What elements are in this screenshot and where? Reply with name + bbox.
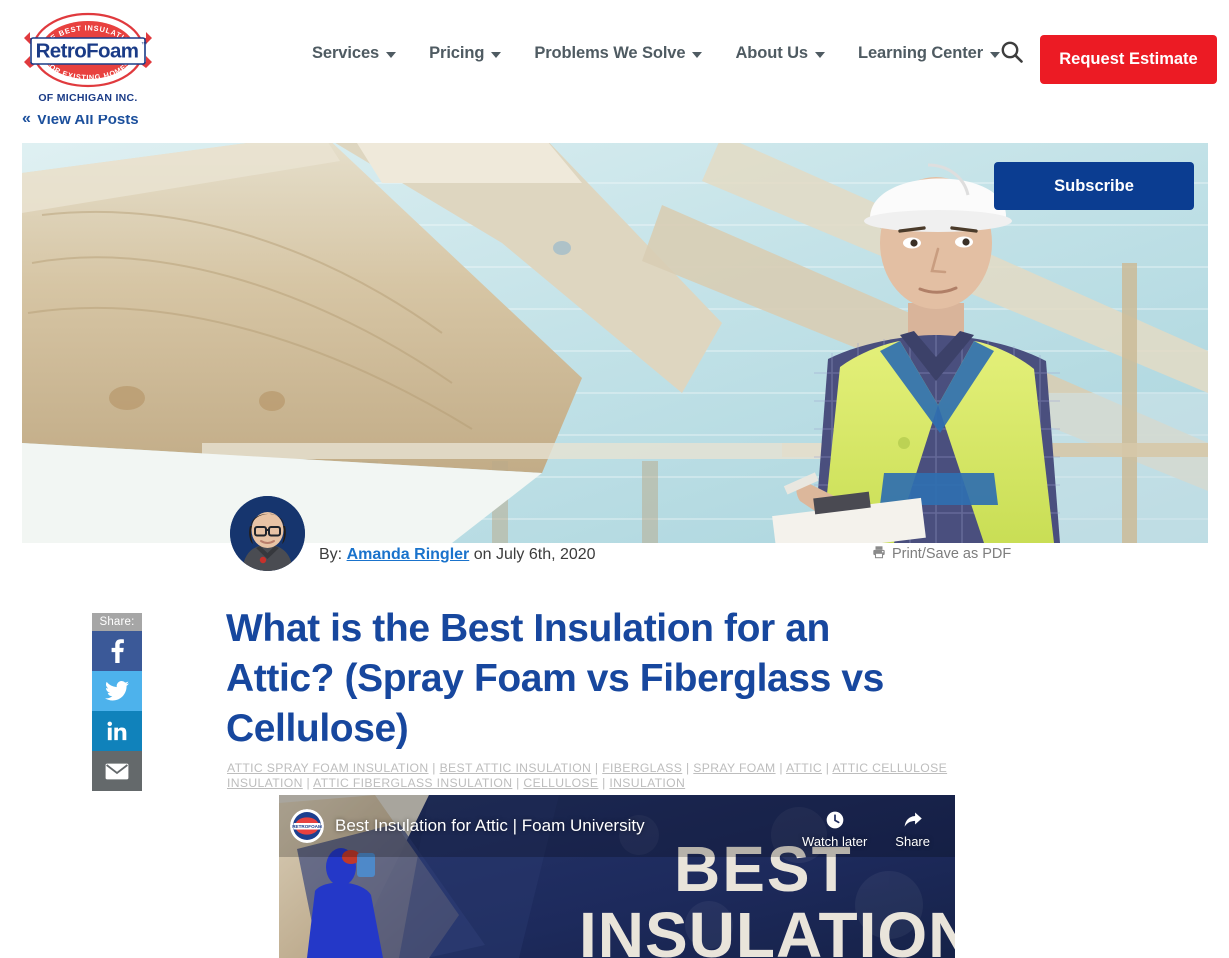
tag-link[interactable]: ATTIC bbox=[786, 761, 822, 775]
share-facebook-button[interactable] bbox=[92, 631, 142, 671]
nav-label: Pricing bbox=[429, 44, 485, 62]
printer-icon bbox=[872, 545, 886, 563]
tag-link[interactable]: FIBERGLASS bbox=[602, 761, 682, 775]
share-arrow-icon bbox=[904, 812, 922, 827]
nav-item-pricing[interactable]: Pricing bbox=[429, 44, 502, 63]
tag-link[interactable]: INSULATION bbox=[609, 776, 685, 790]
twitter-icon bbox=[105, 681, 129, 701]
youtube-video-embed[interactable]: BEST INSULATION RETROFOAM Best Insulatio… bbox=[279, 795, 955, 958]
linkedin-icon bbox=[107, 721, 127, 741]
svg-text:™: ™ bbox=[141, 41, 147, 48]
clock-icon bbox=[826, 811, 843, 828]
tag-separator: | bbox=[602, 775, 606, 790]
byline-prefix: By: bbox=[319, 546, 343, 563]
retrofoam-channel-avatar[interactable]: RETROFOAM bbox=[290, 809, 324, 843]
article-tags: ATTIC SPRAY FOAM INSULATION | BEST ATTIC… bbox=[227, 761, 949, 790]
search-icon[interactable] bbox=[996, 36, 1028, 68]
tag-link[interactable]: ATTIC FIBERGLASS INSULATION bbox=[313, 776, 512, 790]
main-navigation: Services Pricing Problems We Solve About… bbox=[312, 44, 1033, 63]
tag-separator: | bbox=[306, 775, 311, 790]
author-link[interactable]: Amanda Ringler bbox=[347, 546, 470, 563]
share-label: Share bbox=[895, 833, 930, 849]
youtube-actions: Watch later Share bbox=[802, 804, 930, 849]
svg-text:RetroFoam: RetroFoam bbox=[36, 40, 139, 63]
share-email-button[interactable] bbox=[92, 751, 142, 791]
share-button[interactable]: Share bbox=[895, 810, 930, 849]
facebook-icon bbox=[111, 639, 124, 663]
share-linkedin-button[interactable] bbox=[92, 711, 142, 751]
nav-label: Problems We Solve bbox=[534, 44, 686, 62]
envelope-icon bbox=[105, 763, 129, 779]
tag-separator: | bbox=[686, 761, 690, 775]
request-estimate-button[interactable]: Request Estimate bbox=[1040, 35, 1217, 84]
tag-separator: | bbox=[825, 761, 830, 775]
byline-middle: on bbox=[469, 546, 496, 563]
author-avatar bbox=[230, 496, 305, 571]
nav-label: Learning Center bbox=[858, 44, 984, 62]
tag-link[interactable]: SPRAY FOAM bbox=[693, 761, 775, 775]
svg-text:RETROFOAM: RETROFOAM bbox=[292, 824, 322, 829]
subscribe-button[interactable]: Subscribe bbox=[994, 162, 1194, 210]
chevron-down-icon bbox=[815, 51, 825, 58]
nav-item-problems-we-solve[interactable]: Problems We Solve bbox=[534, 44, 703, 63]
share-label: Share: bbox=[92, 613, 142, 631]
tag-separator: | bbox=[516, 775, 520, 790]
youtube-top-bar: RETROFOAM Best Insulation for Attic | Fo… bbox=[279, 795, 955, 857]
watch-later-label: Watch later bbox=[802, 833, 868, 849]
publish-date: July 6th, 2020 bbox=[495, 546, 596, 563]
share-rail: Share: bbox=[92, 613, 142, 791]
youtube-video-title[interactable]: Best Insulation for Attic | Foam Univers… bbox=[335, 816, 645, 836]
nav-label: Services bbox=[312, 44, 380, 62]
nav-item-about-us[interactable]: About Us bbox=[735, 44, 825, 63]
print-save-pdf-link[interactable]: Print/Save as PDF bbox=[872, 545, 1011, 563]
chevron-down-icon bbox=[491, 51, 502, 58]
tag-separator: | bbox=[594, 761, 599, 775]
share-twitter-button[interactable] bbox=[92, 671, 142, 711]
svg-text:OF MICHIGAN INC.: OF MICHIGAN INC. bbox=[38, 92, 137, 104]
nav-label: About Us bbox=[735, 44, 808, 62]
tag-link[interactable]: ATTIC SPRAY FOAM INSULATION bbox=[227, 761, 429, 775]
tag-link[interactable]: CELLULOSE bbox=[523, 776, 598, 790]
site-header: THE BEST INSULATION FOR EXISTING HOMES R… bbox=[0, 0, 1229, 115]
watch-later-button[interactable]: Watch later bbox=[802, 810, 867, 849]
nav-item-learning-center[interactable]: Learning Center bbox=[858, 44, 1001, 63]
chevron-down-icon bbox=[386, 51, 397, 58]
article-title: What is the Best Insulation for an Attic… bbox=[226, 607, 884, 750]
byline: By: Amanda Ringler on July 6th, 2020 bbox=[319, 546, 596, 564]
tag-separator: | bbox=[432, 761, 436, 775]
retrofoam-of-michigan-logo[interactable]: THE BEST INSULATION FOR EXISTING HOMES R… bbox=[22, 8, 154, 108]
tag-separator: | bbox=[779, 761, 783, 775]
print-save-pdf-label: Print/Save as PDF bbox=[892, 546, 1012, 562]
nav-item-services[interactable]: Services bbox=[312, 44, 397, 63]
chevron-down-icon bbox=[692, 51, 703, 58]
tag-link[interactable]: BEST ATTIC INSULATION bbox=[440, 761, 592, 775]
